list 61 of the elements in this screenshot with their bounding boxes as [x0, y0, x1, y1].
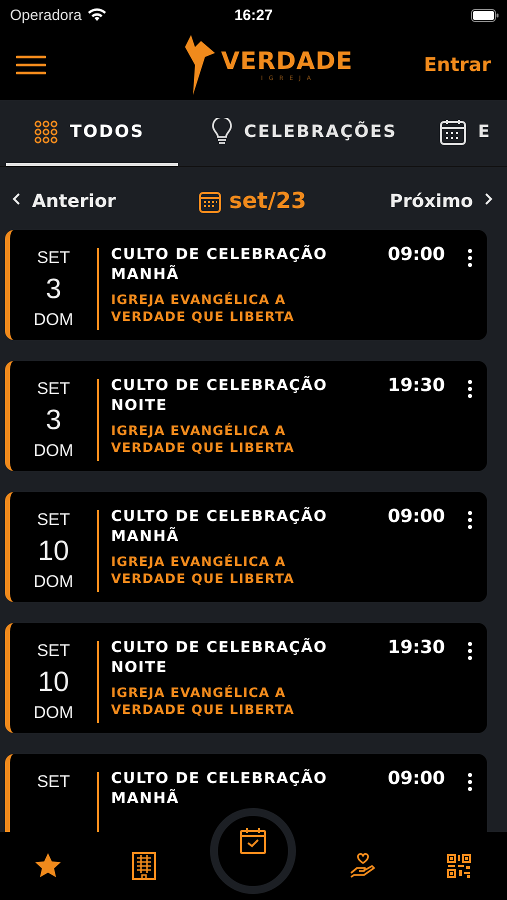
- more-options-icon[interactable]: [467, 510, 473, 530]
- event-title: CULTO DE CELEBRAÇÃO MANHÃ: [111, 506, 328, 546]
- event-card[interactable]: SET 3 DOM CULTO DE CELEBRAÇÃO MANHÃ IGREJA EVANGÉLICA A VERDADE QUE LIBERTA 09:00: [5, 230, 487, 340]
- logo-wordmark: VERDADE: [221, 47, 353, 75]
- event-card[interactable]: SET 3 DOM CULTO DE CELEBRAÇÃO NOITE IGREJA EVANGÉLICA A VERDADE QUE LIBERTA 19:30: [5, 361, 487, 471]
- event-time: 19:30: [388, 375, 445, 396]
- event-day: 3: [46, 274, 62, 304]
- calendar-icon: [199, 190, 222, 212]
- event-month: SET: [36, 641, 70, 661]
- event-time: 09:00: [388, 768, 445, 789]
- event-location: IGREJA EVANGÉLICA A VERDADE QUE LIBERTA: [111, 554, 296, 588]
- calendar-check-icon: [240, 828, 266, 854]
- event-time: 09:00: [388, 244, 445, 265]
- category-tab[interactable]: CELEBRAÇÕES: [178, 100, 418, 166]
- event-title: CULTO DE CELEBRAÇÃO NOITE: [111, 375, 328, 415]
- current-month: set/23: [229, 189, 306, 214]
- event-day: 3: [46, 405, 62, 435]
- event-title: CULTO DE CELEBRAÇÃO NOITE: [111, 637, 328, 677]
- hand-heart-icon: [348, 853, 377, 879]
- event-location: IGREJA EVANGÉLICA A VERDADE QUE LIBERTA: [111, 685, 296, 719]
- event-time: 09:00: [388, 506, 445, 527]
- menu-icon[interactable]: [16, 55, 46, 75]
- category-tab[interactable]: TODOS: [6, 100, 178, 166]
- event-location: IGREJA EVANGÉLICA A VERDADE QUE LIBERTA: [111, 423, 296, 457]
- event-card[interactable]: SET 10 DOM CULTO DE CELEBRAÇÃO MANHÃ IGREJA EVANGÉLICA A VERDADE QUE LIBERTA 09:00: [5, 492, 487, 602]
- chevron-right-icon: [484, 192, 493, 204]
- event-day: 10: [38, 667, 70, 697]
- chevron-left-icon: [12, 192, 20, 204]
- star-icon: [34, 852, 62, 880]
- login-link[interactable]: Entrar: [424, 54, 491, 76]
- more-options-icon[interactable]: [467, 248, 473, 268]
- event-month: SET: [36, 772, 70, 792]
- lightbulb-icon: [212, 118, 232, 146]
- event-card[interactable]: SET 10 DOM CULTO DE CELEBRAÇÃO NOITE IGREJA EVANGÉLICA A VERDADE QUE LIBERTA 19:30: [5, 623, 487, 733]
- category-tab[interactable]: E: [418, 100, 492, 166]
- wifi-icon: [86, 8, 107, 22]
- more-options-icon[interactable]: [467, 641, 473, 661]
- event-month: SET: [36, 248, 70, 268]
- previous-month-link[interactable]: Anterior: [12, 191, 116, 212]
- event-month: SET: [36, 510, 70, 530]
- event-location: IGREJA EVANGÉLICA A VERDADE QUE LIBERTA: [111, 292, 296, 326]
- more-options-icon[interactable]: [467, 379, 473, 399]
- qr-code-icon: [446, 854, 471, 878]
- next-month-link[interactable]: Próximo: [390, 191, 493, 212]
- event-title: CULTO DE CELEBRAÇÃO MANHÃ: [111, 768, 328, 808]
- calendar-icon: [440, 118, 466, 144]
- status-time: 16:27: [233, 6, 274, 24]
- event-weekday: DOM: [34, 703, 74, 723]
- more-options-icon[interactable]: [467, 772, 473, 792]
- battery-icon: [471, 8, 499, 22]
- event-day: 10: [38, 536, 70, 566]
- event-weekday: DOM: [34, 441, 74, 461]
- event-month: SET: [36, 379, 70, 399]
- building-icon: [132, 852, 156, 880]
- event-card[interactable]: SET CULTO DE CELEBRAÇÃO MANHÃ 09:00: [5, 754, 487, 832]
- event-time: 19:30: [388, 637, 445, 658]
- event-title: CULTO DE CELEBRAÇÃO MANHÃ: [111, 244, 328, 284]
- event-weekday: DOM: [34, 310, 74, 330]
- event-weekday: DOM: [34, 572, 74, 592]
- grid-icon: [34, 120, 58, 144]
- carrier-name: Operadora: [10, 6, 82, 24]
